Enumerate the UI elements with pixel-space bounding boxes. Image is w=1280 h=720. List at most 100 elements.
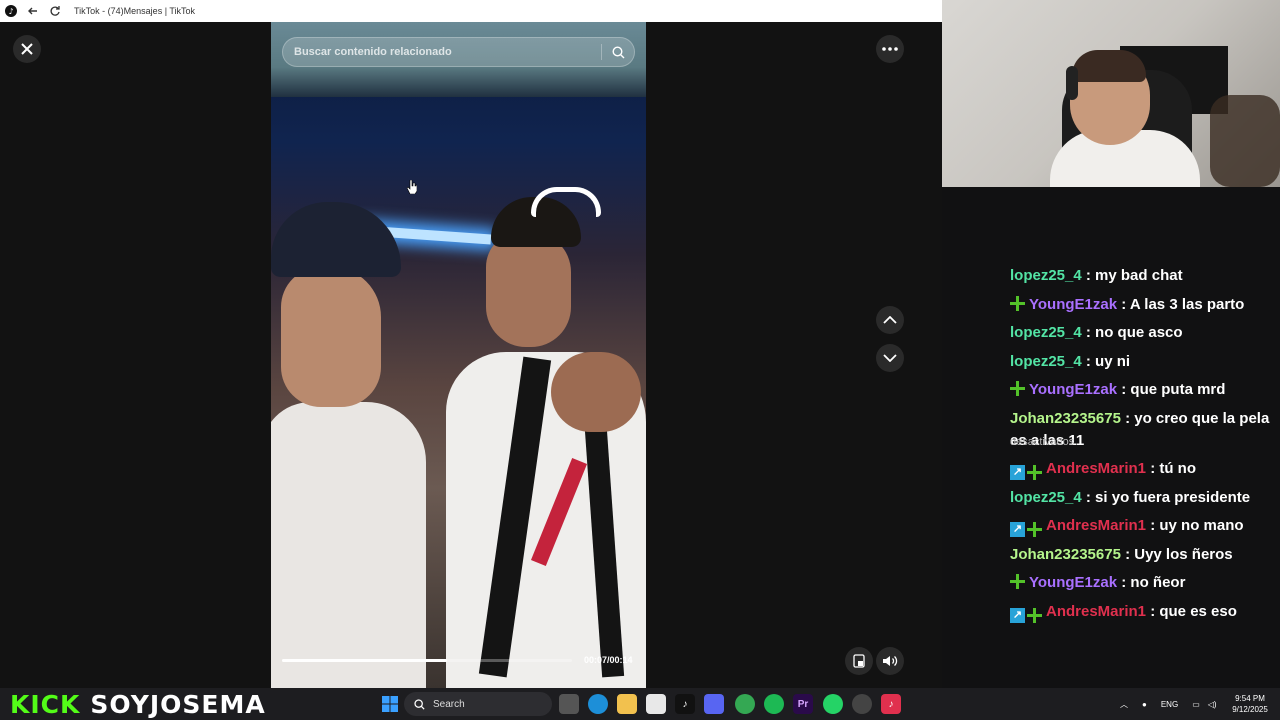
chevron-down-icon: [883, 354, 897, 362]
close-button[interactable]: [13, 35, 41, 63]
video-time: 00:07/00:14: [584, 655, 633, 665]
chat-text: : uy no mano: [1146, 517, 1244, 534]
screen: ♪ TikTok - (74)Mensajes | TikTok Buscar …: [0, 0, 1280, 720]
chat-username[interactable]: AndresMarin1: [1046, 603, 1146, 620]
search-icon: [414, 698, 425, 710]
chat-text: : uy ni: [1081, 352, 1131, 370]
more-options-button[interactable]: [876, 35, 904, 63]
microphone-icon[interactable]: ●: [1142, 700, 1147, 709]
close-icon: [21, 43, 33, 55]
related-search-box[interactable]: Buscar contenido relacionado: [282, 37, 635, 67]
next-video-button[interactable]: [876, 344, 904, 372]
chat-username[interactable]: YoungE1zak: [1029, 381, 1117, 398]
chat-message: ↗ AndresMarin1 : tú no: [1010, 458, 1280, 480]
chat-text: : que puta mrd: [1117, 381, 1226, 398]
language-indicator[interactable]: ENG: [1161, 700, 1178, 709]
mouse-pointer-icon: [407, 180, 417, 194]
volume-icon[interactable]: ◁): [1208, 700, 1217, 709]
chat-text: : my bad chat: [1081, 267, 1183, 284]
speaker-icon: [883, 656, 898, 666]
chat-text: : que es eso: [1146, 602, 1237, 620]
chat-message: lopez25_4 : no que asco: [1010, 322, 1280, 344]
system-tray: ︿ ● ENG ▭ ◁): [1120, 688, 1217, 720]
spotify-icon[interactable]: [764, 694, 784, 714]
chat-message: YoungE1zak : A las 3 las parto: [1010, 294, 1280, 316]
chat-text: : tú no: [1146, 460, 1197, 477]
clock-time: 9:54 PM: [1235, 694, 1265, 703]
kick-logo: KICK: [10, 689, 81, 719]
back-arrow-icon[interactable]: [26, 4, 40, 18]
chat-text: : no que asco: [1081, 324, 1183, 341]
browser-title-bar: ♪ TikTok - (74)Mensajes | TikTok: [0, 0, 942, 22]
subscriber-badge-icon: [1010, 381, 1025, 396]
edge-icon[interactable]: [588, 694, 608, 714]
tiktok-live-icon[interactable]: ♪: [881, 694, 901, 714]
search-icon[interactable]: [602, 45, 634, 59]
chat-message: ↗ AndresMarin1 : uy no mano: [1010, 515, 1280, 537]
chat-text: : si yo fuera presidente: [1081, 488, 1251, 506]
picture-in-picture-button[interactable]: [845, 647, 873, 675]
browser-tab-title: TikTok - (74)Mensajes | TikTok: [74, 6, 196, 16]
obs-icon[interactable]: [852, 694, 872, 714]
chat-username[interactable]: lopez25_4: [1010, 324, 1082, 341]
network-icon[interactable]: ▭: [1192, 700, 1200, 709]
clock-date: 9/12/2025: [1232, 705, 1268, 714]
chat-username[interactable]: YoungE1zak: [1029, 574, 1117, 591]
chat-message: Johan23235675 : Uyy los ñeros: [1010, 544, 1280, 566]
video-progress-bar[interactable]: [282, 659, 572, 662]
chevron-up-icon: [883, 316, 897, 324]
chat-message: lopez25_4 : si yo fuera presidente: [1010, 487, 1280, 509]
chat-username[interactable]: lopez25_4: [1010, 353, 1082, 370]
chat-message: YoungE1zak : que puta mrd: [1010, 379, 1280, 401]
premiere-icon[interactable]: Pr: [793, 694, 813, 714]
chevron-up-icon[interactable]: ︿: [1120, 699, 1128, 710]
store-icon[interactable]: [646, 694, 666, 714]
video-player[interactable]: Buscar contenido relacionado 00:07/00:14: [271, 22, 646, 688]
chat-username[interactable]: lopez25_4: [1010, 489, 1082, 506]
task-view-icon[interactable]: [559, 694, 579, 714]
chat-username[interactable]: lopez25_4: [1010, 267, 1082, 284]
whatsapp-icon[interactable]: [823, 694, 843, 714]
chat-text: : no ñeor: [1117, 574, 1186, 591]
tiktok-favicon-icon: ♪: [4, 4, 18, 18]
chat-message: ↗ AndresMarin1 : que es eso: [1010, 601, 1280, 623]
subscriber-badge-icon: [1027, 465, 1042, 480]
discord-icon[interactable]: [704, 694, 724, 714]
subscriber-badge-icon: [1027, 607, 1042, 623]
webcam-feed: [942, 0, 1280, 187]
chat-username[interactable]: AndresMarin1: [1046, 517, 1146, 534]
related-search-input[interactable]: Buscar contenido relacionado: [283, 46, 601, 58]
channel-name: SOYJOSEMA: [90, 689, 266, 719]
pip-icon: [853, 654, 865, 668]
windows-start-icon[interactable]: [380, 694, 400, 714]
chrome-icon[interactable]: [735, 694, 755, 714]
chat-username[interactable]: AndresMarin1: [1046, 460, 1146, 477]
kick-branding: KICK SOYJOSEMA: [10, 688, 266, 720]
chat-message: lopez25_4 : uy ni: [1010, 351, 1280, 373]
subscriber-badge-icon: [1010, 295, 1025, 311]
reload-icon[interactable]: [48, 4, 62, 18]
subscriber-badge-icon: [1010, 574, 1025, 589]
chat-message: YoungE1zak : no ñeor: [1010, 572, 1280, 594]
stream-overlay-panel: lopez25_4 : my bad chat YoungE1zak : A la…: [942, 0, 1280, 688]
tiktok-icon[interactable]: ♪: [675, 694, 695, 714]
subscriber-badge-icon: [1027, 522, 1042, 537]
previous-video-button[interactable]: [876, 306, 904, 334]
chat-username[interactable]: Johan23235675: [1010, 410, 1121, 427]
chat-message: lopez25_4 : my bad chat: [1010, 265, 1280, 287]
chat-username[interactable]: Johan23235675: [1010, 546, 1121, 563]
taskbar-clock[interactable]: 9:54 PM 9/12/2025: [1226, 693, 1274, 715]
chat-username[interactable]: YoungE1zak: [1029, 296, 1117, 313]
overlay-note: desactivados: [1010, 436, 1075, 448]
video-person-left: [271, 202, 426, 688]
volume-button[interactable]: [876, 647, 904, 675]
moderator-badge-icon: ↗: [1010, 465, 1025, 480]
chat-text: : A las 3 las parto: [1117, 295, 1245, 313]
video-progress-fill: [282, 659, 448, 662]
svg-text:♪: ♪: [8, 7, 13, 16]
taskbar-search-label: Search: [433, 698, 465, 710]
taskbar-search[interactable]: Search: [404, 692, 552, 716]
moderator-badge-icon: ↗: [1010, 522, 1025, 537]
file-explorer-icon[interactable]: [617, 694, 637, 714]
moderator-badge-icon: ↗: [1010, 607, 1025, 623]
